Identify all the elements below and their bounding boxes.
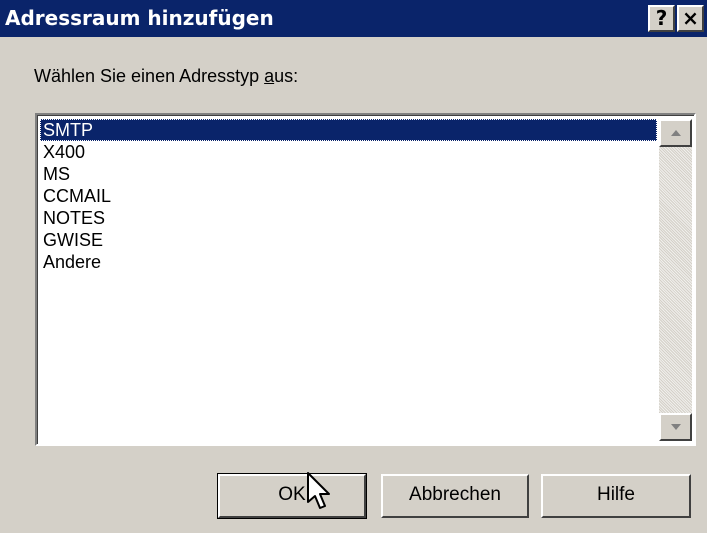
list-item-notes[interactable]: NOTES (40, 207, 657, 229)
scroll-down-arrow-icon (671, 424, 681, 430)
mouse-pointer-icon (307, 472, 330, 509)
prompt-accelerator: a (264, 66, 275, 86)
help-button[interactable]: Hilfe (541, 474, 691, 518)
close-icon[interactable]: × (677, 5, 704, 32)
list-item-ms[interactable]: MS (40, 163, 657, 185)
address-type-listbox[interactable]: SMTP X400 MS CCMAIL NOTES GWISE Andere (35, 113, 696, 446)
scroll-up-button[interactable] (659, 119, 692, 147)
address-type-list: SMTP X400 MS CCMAIL NOTES GWISE Andere (40, 119, 657, 273)
prompt-text-start: Wählen Sie einen Adresstyp (34, 66, 265, 86)
ok-button[interactable]: OK (217, 473, 367, 519)
dialog-window: Adressraum hinzufügen ? × Wählen Sie ein… (0, 0, 707, 533)
cancel-button[interactable]: Abbrechen (381, 474, 529, 518)
scroll-down-button[interactable] (659, 413, 692, 441)
list-item-smtp[interactable]: SMTP (40, 119, 657, 141)
list-item-andere[interactable]: Andere (40, 251, 657, 273)
scroll-up-arrow-icon (671, 130, 681, 136)
vertical-scrollbar[interactable] (659, 119, 692, 441)
title-bar[interactable]: Adressraum hinzufügen ? × (0, 0, 707, 37)
help-icon[interactable]: ? (648, 5, 675, 32)
prompt-text-end: us: (274, 66, 299, 86)
list-item-ccmail[interactable]: CCMAIL (40, 185, 657, 207)
list-item-x400[interactable]: X400 (40, 141, 657, 163)
list-item-gwise[interactable]: GWISE (40, 229, 657, 251)
dialog-title: Adressraum hinzufügen (5, 6, 274, 30)
prompt-label: Wählen Sie einen Adresstyp aus: (34, 66, 298, 87)
